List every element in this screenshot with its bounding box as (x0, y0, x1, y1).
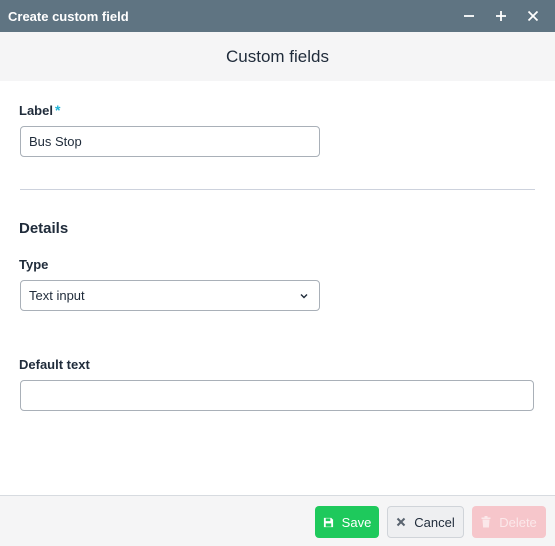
create-custom-field-dialog: Create custom field Custom fields Label *… (0, 0, 555, 546)
title-bar: Create custom field (0, 0, 555, 32)
details-heading: Details (19, 220, 69, 237)
window-controls (453, 0, 549, 32)
default-text-label: Default text (19, 357, 90, 372)
maximize-icon[interactable] (485, 0, 517, 32)
chevron-down-icon (300, 294, 308, 299)
type-select-value: Text input (29, 288, 85, 303)
default-text-input[interactable] (20, 380, 534, 411)
save-button[interactable]: Save (315, 506, 379, 538)
page-title: Custom fields (226, 46, 329, 66)
required-mark: * (54, 102, 61, 118)
close-icon[interactable] (517, 0, 549, 32)
cancel-label: Cancel (414, 514, 455, 530)
cancel-button[interactable]: Cancel (387, 506, 464, 538)
section-divider (20, 189, 535, 190)
trash-icon (481, 516, 491, 528)
close-icon (397, 517, 406, 527)
dialog-header: Custom fields (0, 32, 555, 81)
delete-button[interactable]: Delete (472, 506, 546, 538)
delete-label: Delete (499, 514, 537, 530)
label-field-label: Label * (19, 102, 60, 118)
minimize-icon[interactable] (453, 0, 485, 32)
type-field-label: Type (19, 257, 49, 272)
dialog-footer: Save Cancel Delete (0, 495, 555, 546)
save-label: Save (341, 514, 372, 530)
type-select[interactable]: Text input (20, 280, 320, 311)
save-icon (323, 517, 333, 527)
label-input[interactable] (20, 126, 320, 157)
window-title: Create custom field (8, 8, 129, 24)
label-field-text: Label (19, 103, 53, 118)
